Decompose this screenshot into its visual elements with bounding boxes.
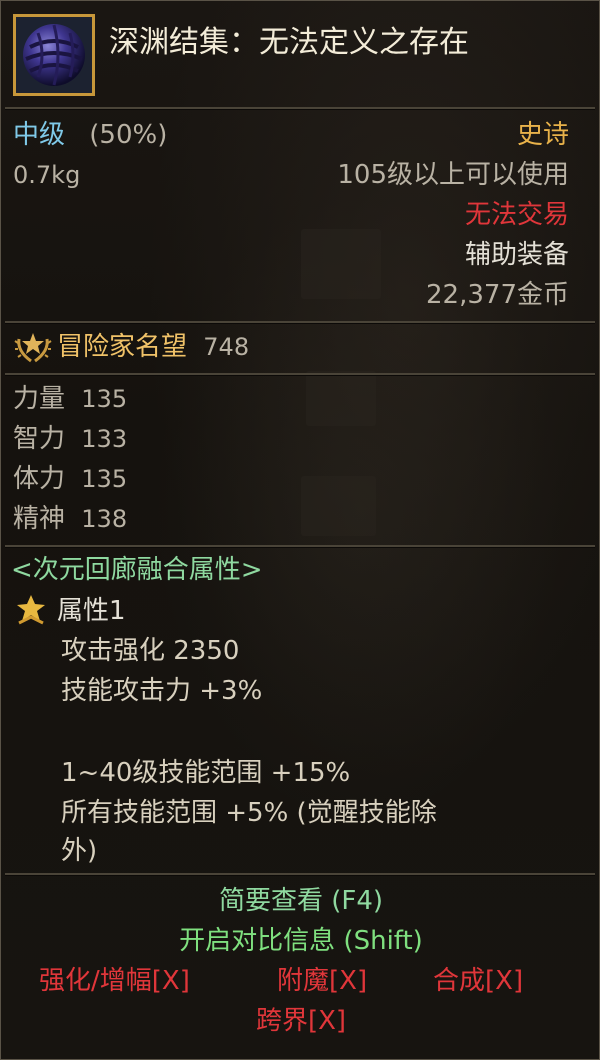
- level-requirement: 105级以上可以使用: [337, 160, 569, 190]
- grade-percent: (50%): [89, 120, 168, 150]
- reinforce-amplify-action[interactable]: 强化/增幅[X]: [39, 965, 190, 997]
- fame-value: 748: [203, 333, 250, 361]
- item-rarity: 史诗: [516, 120, 569, 150]
- grade-line: 中级 (50%): [13, 119, 167, 151]
- stat-value: 138: [81, 505, 128, 533]
- synthesis-action[interactable]: 合成[X]: [433, 965, 523, 997]
- divider: [5, 107, 595, 110]
- stat-label: 体力: [13, 464, 66, 494]
- fusion-header: <次元回廊融合属性>: [11, 555, 263, 585]
- divider: [5, 873, 595, 876]
- stat-value: 135: [81, 385, 128, 413]
- dark-sphere-item-icon: [16, 17, 92, 93]
- fusion-line: 所有技能范围 +5% (觉醒技能除: [61, 798, 437, 828]
- fusion-line: 攻击强化 2350: [61, 636, 240, 666]
- item-name: 深渊结集：无法定义之存在: [109, 25, 469, 60]
- stat-label: 精神: [13, 504, 66, 534]
- fame-label: 冒险家名望: [57, 332, 188, 362]
- fame-laurel-icon: [14, 333, 52, 363]
- stat-value: 135: [81, 465, 128, 493]
- background-artifact: [301, 476, 376, 536]
- stat-row: 体力 135: [13, 463, 127, 495]
- fusion-attribute-icon: [17, 595, 45, 625]
- item-grade: 中级: [13, 120, 66, 150]
- fusion-line: 外): [61, 836, 98, 866]
- fame-line: 冒险家名望 748: [57, 331, 249, 363]
- stat-value: 133: [81, 425, 128, 453]
- item-price: 22,377金币: [426, 280, 569, 310]
- enchant-action[interactable]: 附魔[X]: [277, 965, 367, 997]
- item-tooltip: 深渊结集：无法定义之存在 中级 (50%) 史诗 0.7kg 105级以上可以使…: [0, 0, 600, 1060]
- divider: [5, 321, 595, 324]
- stat-label: 智力: [13, 424, 66, 454]
- item-weight: 0.7kg: [13, 161, 81, 189]
- stat-label: 力量: [13, 384, 66, 414]
- stat-row: 精神 138: [13, 503, 127, 535]
- fusion-attribute-title: 属性1: [57, 596, 126, 626]
- summary-view-link[interactable]: 简要查看 (F4): [1, 885, 599, 917]
- fusion-line: 1~40级技能范围 +15%: [61, 758, 351, 788]
- item-type: 辅助装备: [464, 240, 569, 270]
- background-artifact: [301, 229, 381, 299]
- background-artifact: [306, 371, 376, 426]
- stat-row: 力量 135: [13, 383, 127, 415]
- divider: [5, 545, 595, 548]
- compare-info-link[interactable]: 开启对比信息 (Shift): [1, 925, 599, 957]
- stat-row: 智力 133: [13, 423, 127, 455]
- divider: [5, 373, 595, 376]
- item-icon-frame: [13, 14, 95, 96]
- fusion-line: 技能攻击力 +3%: [61, 676, 263, 706]
- trade-status: 无法交易: [464, 200, 569, 230]
- cross-server-action[interactable]: 跨界[X]: [1, 1005, 599, 1037]
